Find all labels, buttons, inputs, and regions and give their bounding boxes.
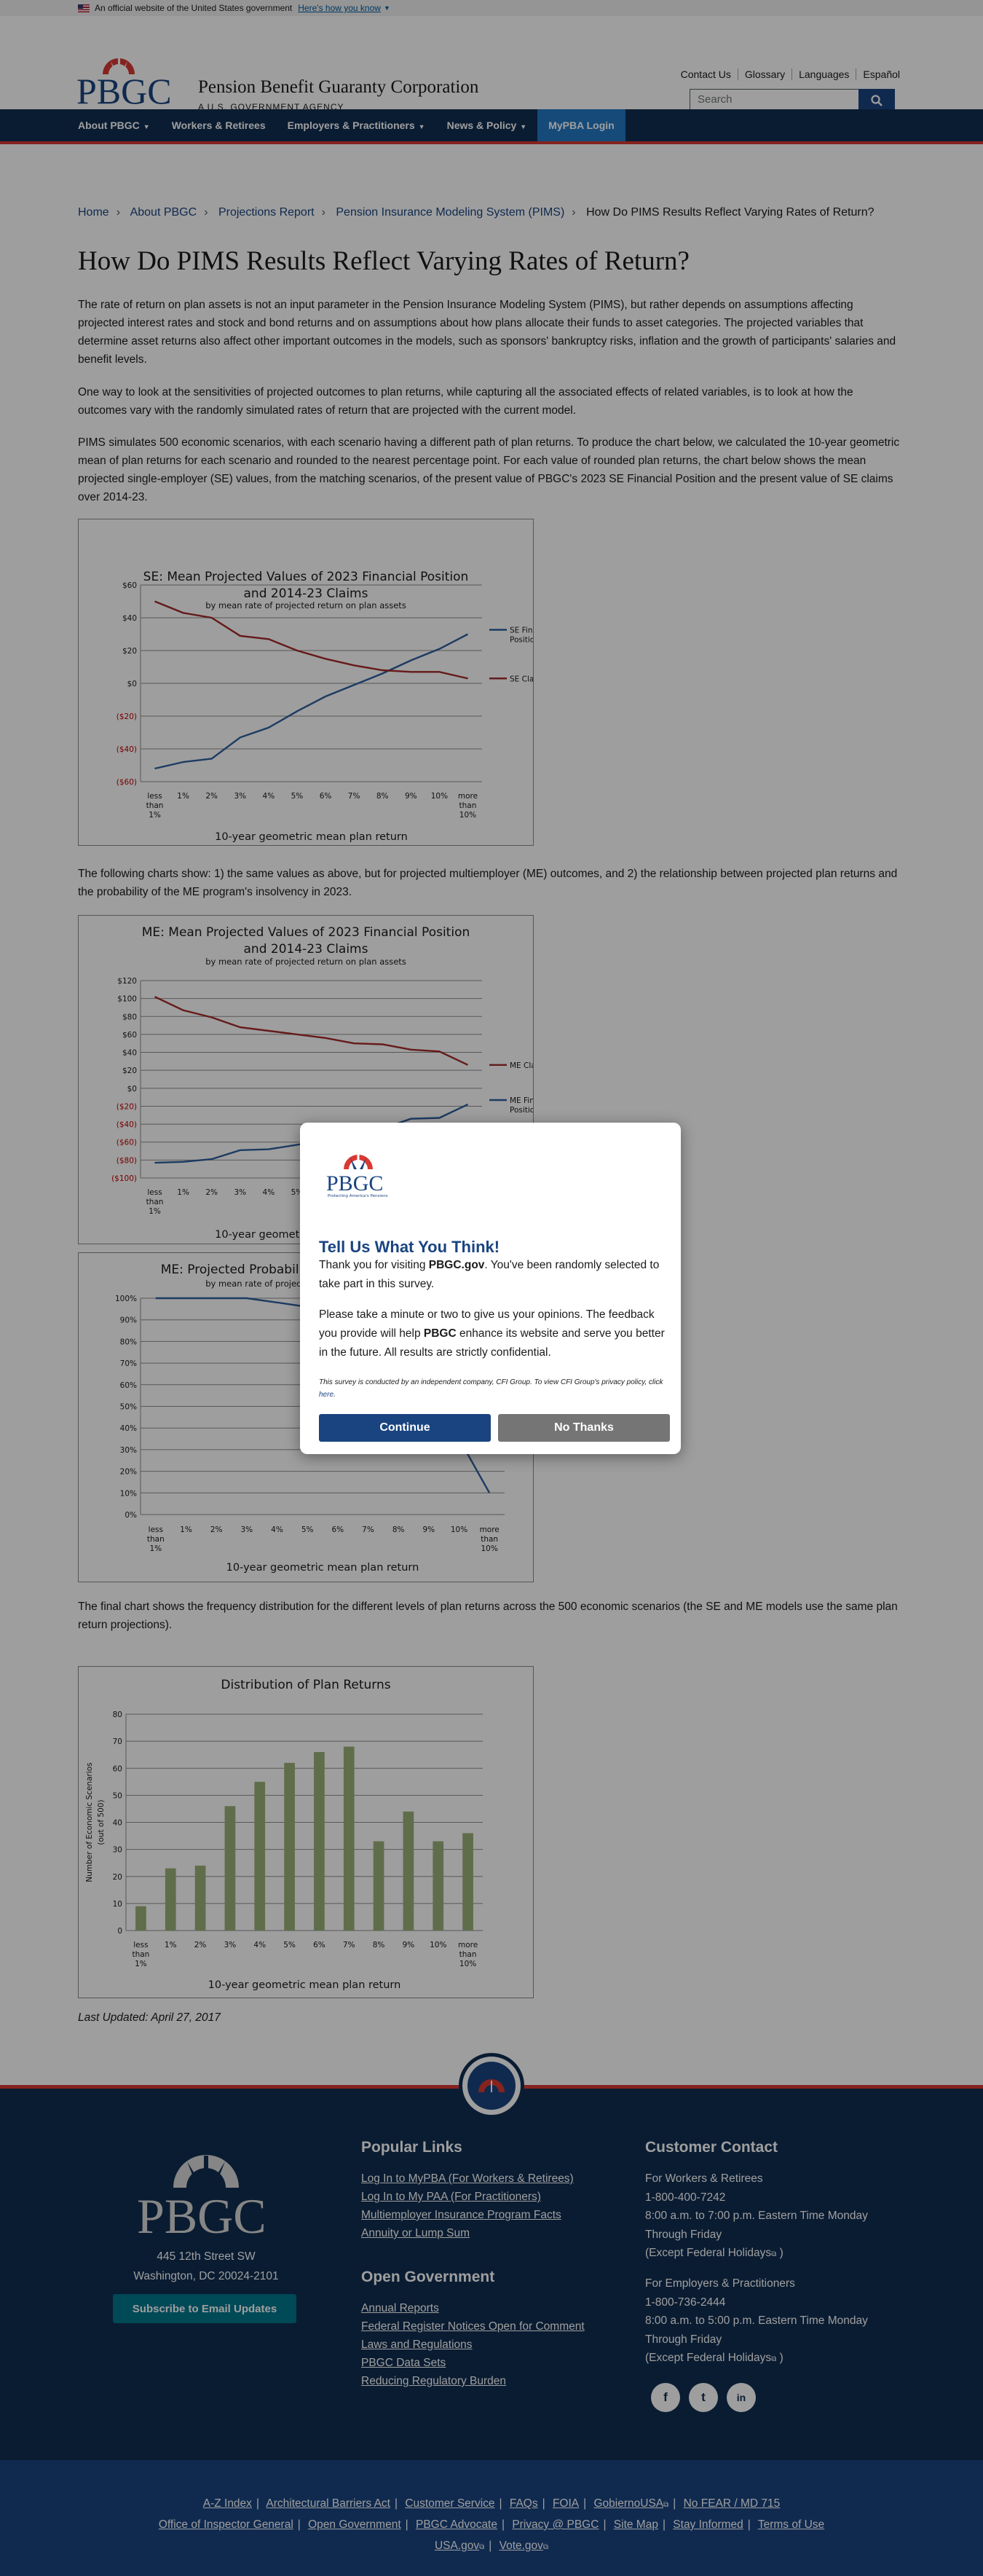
privacy-policy-link[interactable]: here xyxy=(319,1391,333,1399)
no-thanks-button[interactable]: No Thanks xyxy=(498,1414,670,1442)
modal-logo-tagline: Protecting America's Pensions xyxy=(328,1194,388,1198)
survey-modal: PBGC Protecting America's Pensions Tell … xyxy=(300,1123,681,1454)
modal-pbgc-logo: PBGC Protecting America's Pensions xyxy=(326,1153,388,1198)
modal-intro-text: Thank you for visiting PBGC.gov. You've … xyxy=(319,1259,660,1290)
modal-privacy-note: This survey is conducted by an independe… xyxy=(319,1378,663,1399)
modal-title: Tell Us What You Think! xyxy=(319,1238,500,1256)
continue-button[interactable]: Continue xyxy=(319,1414,491,1442)
modal-body-text: Please take a minute or two to give us y… xyxy=(319,1308,665,1359)
modal-logo-text: PBGC xyxy=(326,1171,383,1195)
